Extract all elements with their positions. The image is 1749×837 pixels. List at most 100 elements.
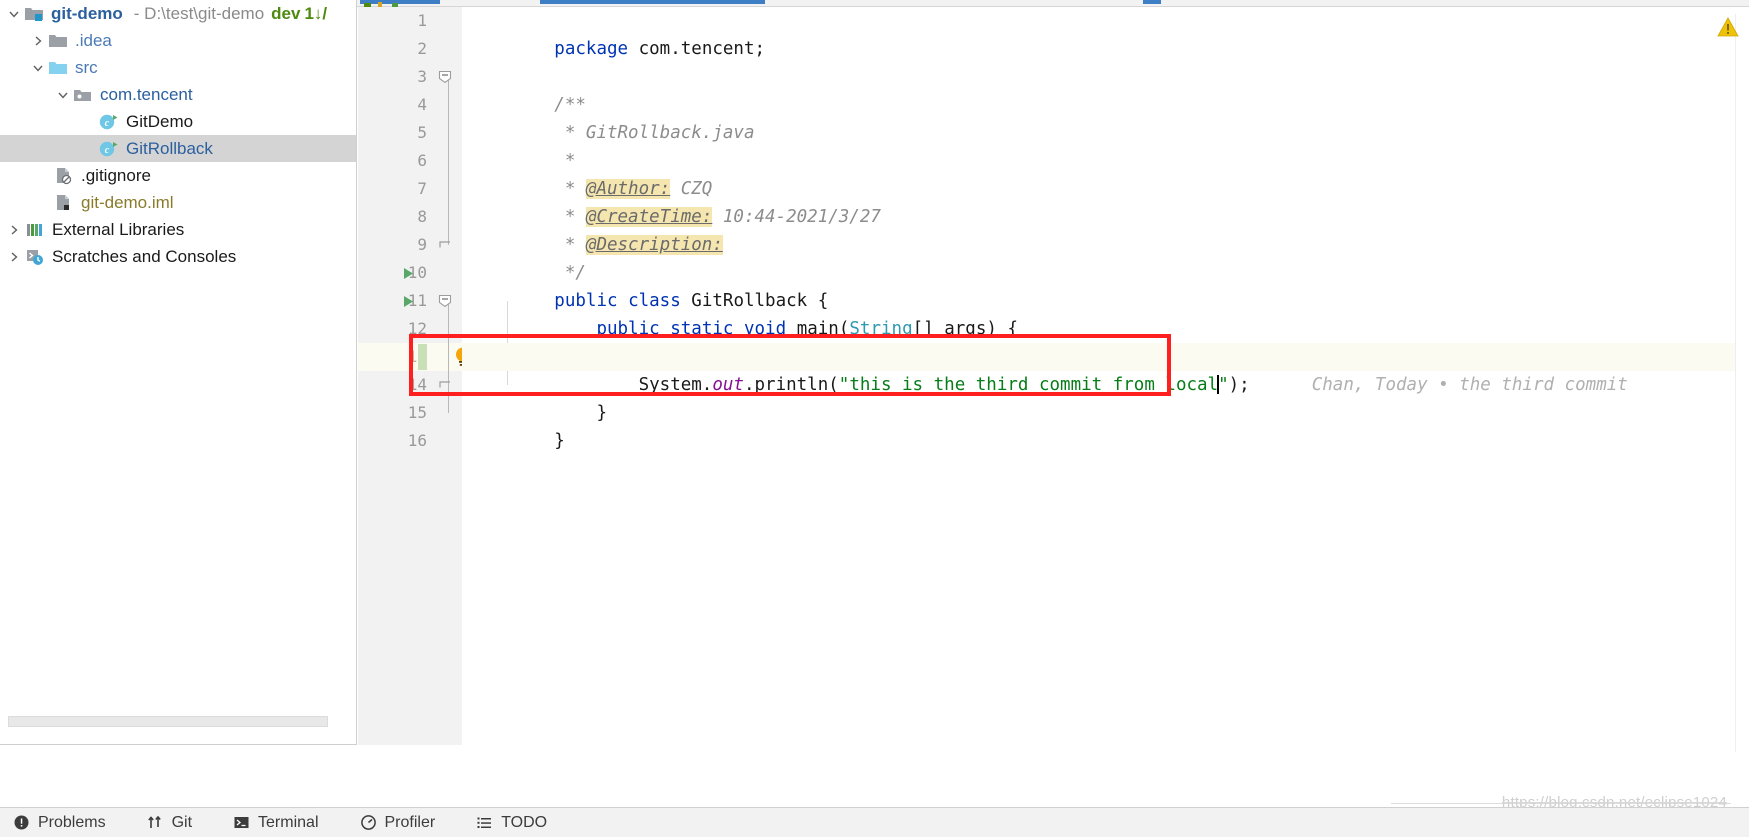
status-item-todo-label: TODO [501, 813, 548, 831]
fold-end-icon[interactable] [434, 231, 456, 259]
package-icon [73, 86, 93, 104]
sidebar-item-gitrollback[interactable]: c GitRollback [0, 135, 356, 162]
chevron-right-icon[interactable] [28, 35, 48, 47]
sidebar-root-path: - D:\test\git-demo [133, 4, 265, 23]
status-item-terminal-label: Terminal [258, 813, 319, 831]
fold-minus-icon[interactable] [434, 287, 456, 315]
sidebar-item-src-label: src [75, 58, 98, 77]
code-line-10[interactable]: public class GitRollback { [462, 259, 1749, 311]
sidebar-item-idea[interactable]: .idea [0, 27, 356, 54]
line-number: 14 [407, 375, 427, 394]
scratches-icon [24, 247, 45, 266]
sidebar-item-external-libraries-label: External Libraries [52, 220, 185, 239]
line-number: 11 [407, 291, 427, 310]
java-class-icon: c [98, 139, 119, 158]
sidebar-item-iml[interactable]: git-demo.iml [0, 189, 356, 216]
run-triangle-icon[interactable] [402, 287, 416, 315]
module-folder-icon [24, 5, 44, 23]
sidebar-item-gitdemo-label: GitDemo [126, 112, 194, 131]
editor-marker-strip[interactable] [1735, 14, 1749, 752]
code-editor[interactable]: 1 2 3 4 5 6 7 8 9 10 11 12 13 14 15 16 [358, 7, 1749, 752]
iml-file-icon [53, 193, 74, 212]
code-line-11[interactable]: public static void main(String[] args) { [462, 287, 1749, 339]
sidebar-branch-name[interactable]: dev [271, 5, 300, 22]
svg-text:c: c [105, 145, 110, 156]
sidebar-item-src[interactable]: src [0, 54, 356, 81]
line-number: 6 [417, 151, 427, 170]
line-number: 12 [407, 319, 427, 338]
chevron-down-icon[interactable] [28, 62, 48, 74]
vcs-change-marker[interactable] [418, 344, 427, 370]
folder-source-icon [48, 59, 68, 77]
code-line-7[interactable]: * @CreateTime: 10:44-2021/3/27 [462, 175, 1749, 227]
sidebar-item-idea-label: .idea [75, 31, 112, 50]
chevron-down-icon[interactable] [53, 89, 73, 101]
line-number: 8 [417, 207, 427, 226]
project-tree-panel[interactable]: git-demo - D:\test\git-demo dev 1 ↓ / .i… [0, 0, 357, 745]
sidebar-item-package[interactable]: com.tencent [0, 81, 356, 108]
code-line-2[interactable] [462, 35, 1749, 63]
branch-slash: / [322, 4, 328, 23]
chevron-right-icon[interactable] [4, 224, 24, 236]
code-line-12[interactable]: System.out.println("this is the second c… [462, 315, 1749, 367]
git-branch-icon [146, 813, 165, 832]
sidebar-item-gitignore-label: .gitignore [81, 166, 151, 185]
fold-minus-icon[interactable] [434, 63, 456, 91]
code-line-5[interactable]: * [462, 119, 1749, 171]
line-number: 2 [417, 39, 427, 58]
status-item-profiler-label: Profiler [384, 813, 436, 831]
gitignore-file-icon [53, 166, 74, 185]
fold-end-icon[interactable] [434, 371, 456, 399]
status-item-git[interactable]: Git [146, 813, 192, 832]
sidebar-item-scratches[interactable]: Scratches and Consoles [0, 243, 356, 270]
code-line-6[interactable]: * @Author: CZQ [462, 147, 1749, 199]
code-line-15[interactable]: } [462, 399, 1749, 451]
code-line-3[interactable]: /** [462, 63, 1749, 115]
line-number: 9 [417, 235, 427, 254]
run-triangle-icon[interactable] [402, 259, 416, 287]
sidebar-item-gitrollback-label: GitRollback [126, 139, 213, 158]
sidebar-item-gitdemo[interactable]: c GitDemo [0, 108, 356, 135]
fold-region-line-comment [448, 77, 449, 245]
svg-text:c: c [105, 118, 110, 129]
line-number: 4 [417, 95, 427, 114]
sidebar-item-root-label: git-demo [51, 4, 123, 23]
bottom-tool-window-bar[interactable]: Problems Git Terminal Profiler TODO [0, 807, 1749, 837]
sidebar-horizontal-scrollbar[interactable] [8, 716, 328, 727]
code-line-4[interactable]: * GitRollback.java [462, 91, 1749, 143]
ide-window: git-demo - D:\test\git-demo dev 1 ↓ / .i… [0, 0, 1749, 837]
sidebar-item-scratches-label: Scratches and Consoles [52, 247, 237, 266]
editor-gutter[interactable]: 1 2 3 4 5 6 7 8 9 10 11 12 13 14 15 16 [358, 7, 435, 745]
java-class-icon: c [98, 112, 119, 131]
sidebar-branch-count: 1 [304, 4, 314, 23]
line-number: 3 [417, 67, 427, 86]
code-text-area[interactable]: package com.tencent; /** * GitRollback.j… [462, 7, 1749, 745]
status-item-problems-label: Problems [38, 813, 106, 831]
folder-gray-icon [48, 32, 68, 50]
code-line-13[interactable]: System.out.println("this is the third co… [462, 343, 1749, 395]
branch-down-arrow-icon: ↓ [313, 4, 323, 23]
toolbar-mini-icons [364, 2, 398, 7]
sidebar-item-gitignore[interactable]: .gitignore [0, 162, 356, 189]
sidebar-item-root[interactable]: git-demo - D:\test\git-demo dev 1 ↓ / [0, 0, 356, 27]
code-line-9[interactable]: */ [462, 231, 1749, 283]
terminal-icon [232, 813, 251, 832]
status-item-problems[interactable]: Problems [12, 813, 106, 832]
warning-triangle-icon[interactable] [1717, 17, 1739, 37]
todo-list-icon [475, 813, 494, 832]
code-line-14[interactable]: } [462, 371, 1749, 423]
chevron-down-icon[interactable] [4, 8, 24, 20]
status-item-profiler[interactable]: Profiler [359, 813, 436, 832]
code-line-1[interactable]: package com.tencent; [462, 7, 1749, 59]
chevron-right-icon[interactable] [4, 251, 24, 263]
code-line-16[interactable] [462, 427, 1749, 455]
code-line-8[interactable]: * @Description: [462, 203, 1749, 255]
status-item-todo[interactable]: TODO [475, 813, 547, 832]
tab-underline-right [1143, 0, 1161, 4]
sidebar-item-package-label: com.tencent [100, 85, 193, 104]
line-number: 7 [417, 179, 427, 198]
sidebar-item-external-libraries[interactable]: External Libraries [0, 216, 356, 243]
status-item-terminal[interactable]: Terminal [232, 813, 319, 832]
line-number: 10 [407, 263, 427, 282]
libraries-icon [24, 220, 45, 239]
